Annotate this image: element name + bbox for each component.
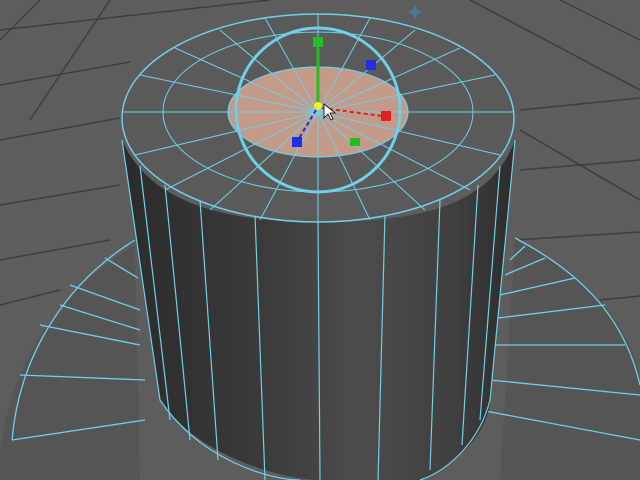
x-scale-handle[interactable] <box>381 111 391 121</box>
xy-plane-handle[interactable] <box>350 138 360 146</box>
viewport-3d[interactable] <box>0 0 640 480</box>
manipulator-center[interactable] <box>314 102 322 110</box>
z-scale-handle[interactable] <box>292 137 302 147</box>
xz-plane-handle[interactable] <box>366 60 376 70</box>
y-scale-handle[interactable] <box>313 37 323 47</box>
